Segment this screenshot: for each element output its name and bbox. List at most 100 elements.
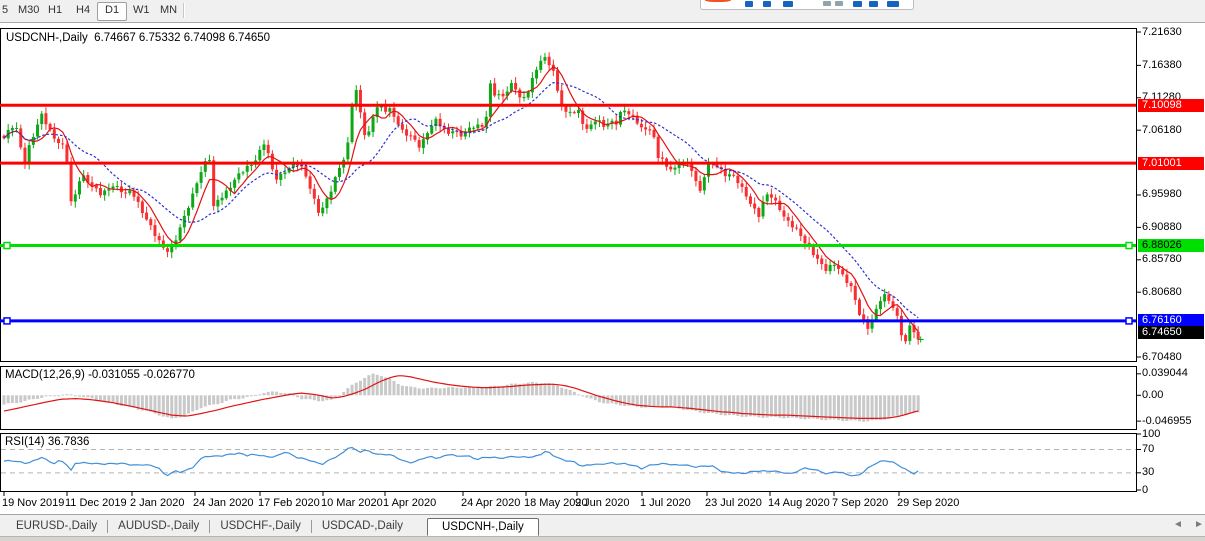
candle-body	[430, 126, 433, 134]
candle-body	[57, 139, 60, 143]
macd-histogram-bar	[904, 395, 907, 415]
candle-body	[640, 124, 643, 127]
macd-histogram-bar	[346, 388, 349, 395]
macd-histogram-bar	[237, 395, 240, 399]
macd-histogram-bar	[845, 395, 848, 421]
candle-body	[757, 208, 760, 217]
current-price-label: 6.74650	[1138, 326, 1204, 339]
candle-body	[409, 135, 412, 136]
chart-tab-EURUSDDaily[interactable]: EURUSD-,Daily	[6, 517, 107, 535]
candle-body	[548, 57, 551, 65]
chart-tab-USDCADDaily[interactable]: USDCAD-,Daily	[312, 517, 413, 535]
candle-body	[422, 139, 425, 148]
candle-body	[397, 116, 400, 124]
macd-histogram-bar	[439, 388, 442, 395]
candle-body	[187, 208, 190, 216]
candle-body	[267, 145, 270, 153]
candle-body	[309, 176, 312, 188]
macd-histogram-bar	[866, 395, 869, 421]
rsi-axis-label: 0	[1142, 484, 1148, 496]
slow-ma-line[interactable]	[4, 83, 918, 318]
candle-body	[791, 221, 794, 227]
macd-histogram-bar	[179, 395, 182, 417]
macd-histogram-bar	[481, 388, 484, 396]
candle-body	[283, 173, 286, 175]
candle-body	[732, 175, 735, 176]
rsi-indicator-label: RSI(14) 36.7836	[5, 436, 89, 448]
candle-body	[179, 227, 182, 240]
macd-histogram-bar	[678, 395, 681, 408]
macd-histogram-bar	[908, 395, 911, 413]
chart-tab-AUDUSDDaily[interactable]: AUDUSD-,Daily	[108, 517, 209, 535]
candle-body	[208, 160, 211, 161]
chart-tab-USDCHFDaily[interactable]: USDCHF-,Daily	[210, 517, 311, 535]
candle-body	[191, 194, 194, 208]
macd-histogram-bar	[422, 389, 425, 396]
macd-histogram-bar	[187, 395, 190, 413]
macd-histogram-bar	[917, 395, 920, 412]
hline-handle[interactable]	[4, 243, 10, 249]
candle-body	[900, 316, 903, 335]
date-label-17-Feb-2020: 17 Feb 2020	[258, 497, 320, 509]
macd-histogram-bar	[543, 383, 546, 395]
candle-body	[795, 228, 798, 229]
candle-body	[745, 187, 748, 196]
candle-body	[325, 198, 328, 208]
macd-histogram-bar	[833, 395, 836, 419]
macd-histogram-bar	[590, 395, 593, 398]
macd-histogram-bar	[623, 395, 626, 406]
macd-histogram-bar	[405, 386, 408, 395]
candle-body	[338, 168, 341, 177]
candle-body	[778, 201, 781, 210]
macd-histogram-bar	[778, 395, 781, 418]
candle-body	[128, 191, 131, 194]
macd-histogram-bar	[128, 395, 131, 406]
macd-histogram-bar	[19, 395, 22, 402]
candle-body	[694, 171, 697, 181]
candle-body	[262, 144, 265, 150]
hline-handle[interactable]	[1126, 318, 1132, 324]
macd-axis-label: -0.046955	[1142, 415, 1192, 427]
macd-histogram-bar	[401, 386, 404, 396]
tab-scroll-left-icon[interactable]: ◄	[1173, 519, 1183, 530]
chart-tab-USDCNHDaily[interactable]: USDCNH-,Daily	[427, 518, 539, 536]
macd-histogram-bar	[564, 389, 567, 395]
macd-histogram-bar	[91, 395, 94, 398]
date-label-29-Sep-2020: 29 Sep 2020	[897, 497, 959, 509]
rsi-axis-label: 100	[1142, 428, 1160, 440]
chart-canvas[interactable]	[0, 0, 1205, 541]
macd-histogram-bar	[246, 395, 249, 397]
candle-body	[237, 173, 240, 179]
candle-body	[212, 160, 215, 206]
candle-body	[782, 210, 785, 216]
candle-body	[40, 114, 43, 124]
macd-histogram-bar	[879, 395, 882, 420]
tab-scroll-right-icon[interactable]: ►	[1194, 519, 1204, 530]
candle-body	[116, 186, 119, 187]
macd-histogram-bar	[258, 394, 261, 395]
candle-body	[510, 83, 513, 91]
date-label-2-Jan-2020: 2 Jan 2020	[130, 497, 184, 509]
macd-histogram-bar	[510, 384, 513, 396]
candle-body	[317, 199, 320, 213]
macd-histogram-bar	[212, 395, 215, 404]
candle-body	[346, 142, 349, 159]
panel-border	[1, 29, 1137, 362]
macd-histogram-bar	[49, 395, 52, 396]
hline-handle[interactable]	[1126, 243, 1132, 249]
macd-histogram-bar	[418, 388, 421, 395]
macd-histogram-bar	[791, 395, 794, 417]
candle-body	[158, 236, 161, 240]
line-price-label: 7.01001	[1138, 157, 1204, 170]
macd-histogram-bar	[191, 395, 194, 411]
candle-body	[246, 166, 249, 172]
rsi-line	[4, 448, 918, 476]
rsi-value: 36.7836	[48, 436, 90, 448]
macd-histogram-bar	[103, 395, 106, 401]
date-label-1-Apr-2020: 1 Apr 2020	[383, 497, 436, 509]
candle-body	[418, 140, 421, 147]
macd-histogram-bar	[107, 395, 110, 401]
hline-handle[interactable]	[4, 318, 10, 324]
candle-body	[149, 219, 152, 225]
candle-body	[766, 194, 769, 201]
